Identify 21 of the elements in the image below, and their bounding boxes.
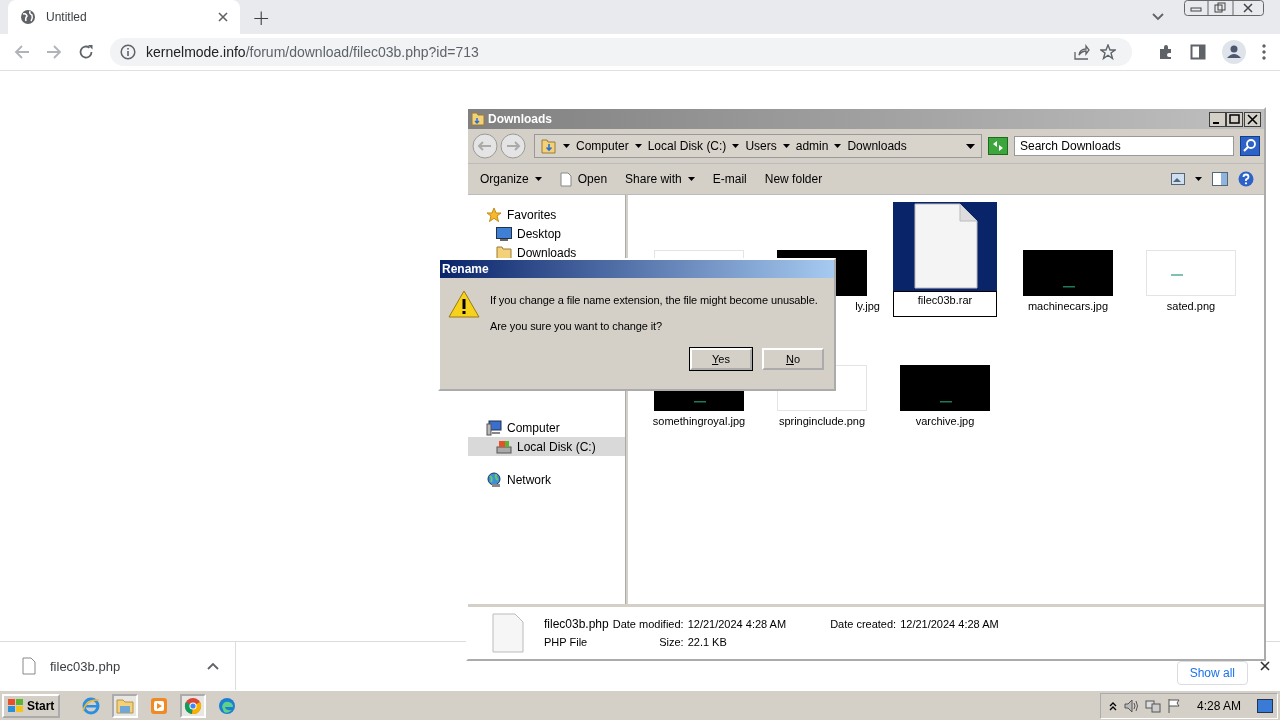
url-text: kernelmode.info/forum/download/filec03b.php?id=713 — [146, 44, 479, 60]
file-name: springinclude.png — [777, 414, 867, 429]
dialog-message: If you change a file name extension, the file might become unusable. — [490, 294, 818, 306]
clock: 4:28 AM — [1195, 698, 1242, 713]
file-name: machinecars.jpg — [1026, 299, 1110, 314]
file-name: sated.png — [1165, 299, 1217, 314]
detail-label: Date created: — [830, 618, 897, 630]
detail-value: 12/21/2024 4:28 AM — [900, 618, 999, 630]
file-name: somethingroyal.jpg — [651, 414, 747, 429]
dialog-title-bar: Rename — [440, 260, 834, 278]
file-name: varchive.jpg — [914, 414, 976, 429]
file-name: filec03b.php — [544, 617, 609, 631]
detail-value: 22.1 KB — [687, 636, 728, 648]
window-title-bar: Downloads — [468, 109, 1264, 129]
detail-label: Date modified: — [612, 618, 684, 630]
detail-value: 12/21/2024 4:28 AM — [687, 618, 787, 630]
file-type: PHP File — [544, 636, 589, 648]
dialog-question: Are you sure you want to change it? — [490, 320, 663, 332]
detail-label: Size: — [658, 636, 684, 648]
file-name: ly.jpg — [854, 299, 881, 314]
file-name: filec03b.rar — [893, 291, 997, 317]
